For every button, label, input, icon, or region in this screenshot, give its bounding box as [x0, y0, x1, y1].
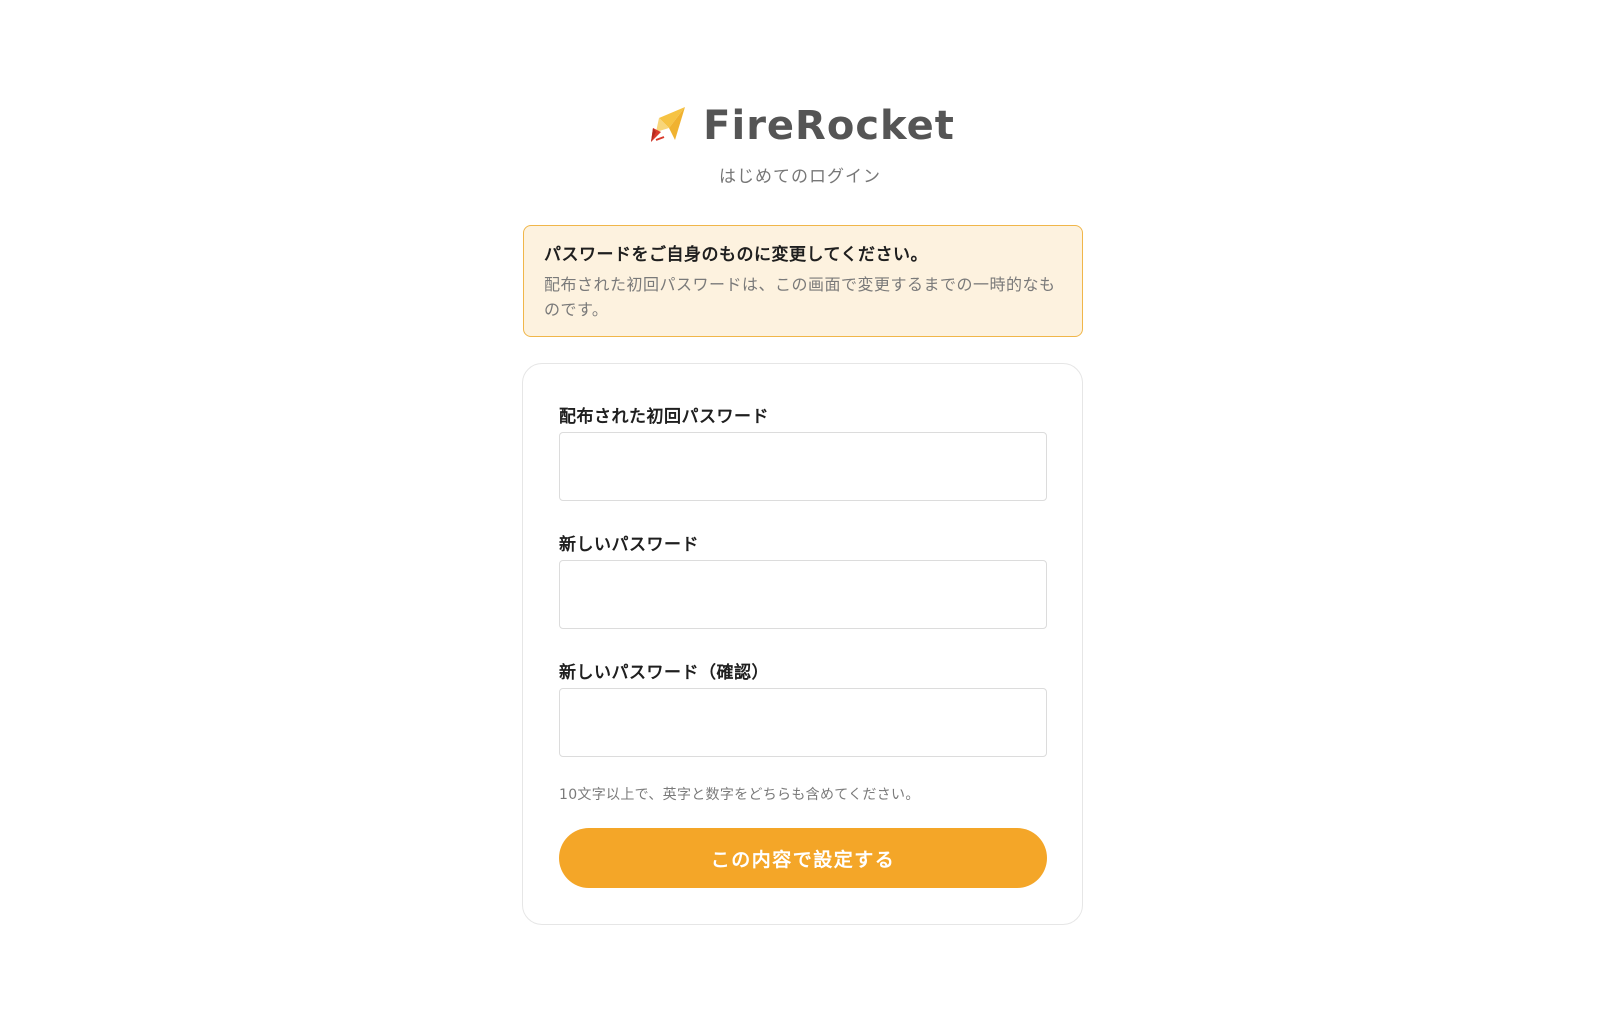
confirm-password-label: 新しいパスワード（確認） [559, 663, 769, 683]
header: FireRocket はじめてのログイン [0, 98, 1600, 187]
notice-title: パスワードをご自身のものに変更してください。 [544, 245, 928, 265]
page-subtitle: はじめてのログイン [719, 167, 881, 187]
new-password-label: 新しいパスワード [559, 535, 699, 555]
paper-rocket-icon [645, 104, 689, 148]
initial-password-label: 配布された初回パスワード [559, 407, 769, 427]
new-password-input[interactable] [559, 560, 1047, 629]
logo: FireRocket [645, 98, 955, 154]
password-change-notice: パスワードをご自身のものに変更してください。 配布された初回パスワードは、この画… [523, 225, 1083, 337]
submit-button[interactable]: この内容で設定する [559, 828, 1047, 888]
first-login-page: FireRocket はじめてのログイン パスワードをご自身のものに変更してくだ… [0, 0, 1600, 1025]
initial-password-input[interactable] [559, 432, 1047, 501]
brand-name: FireRocket [703, 103, 955, 149]
confirm-password-input[interactable] [559, 688, 1047, 757]
password-requirements-hint: 10文字以上で、英字と数字をどちらも含めてください。 [559, 787, 920, 803]
password-form-card: 配布された初回パスワード 新しいパスワード 新しいパスワード（確認） 10文字以… [522, 363, 1083, 925]
notice-body: 配布された初回パスワードは、この画面で変更するまでの一時的なものです。 [544, 275, 1056, 319]
